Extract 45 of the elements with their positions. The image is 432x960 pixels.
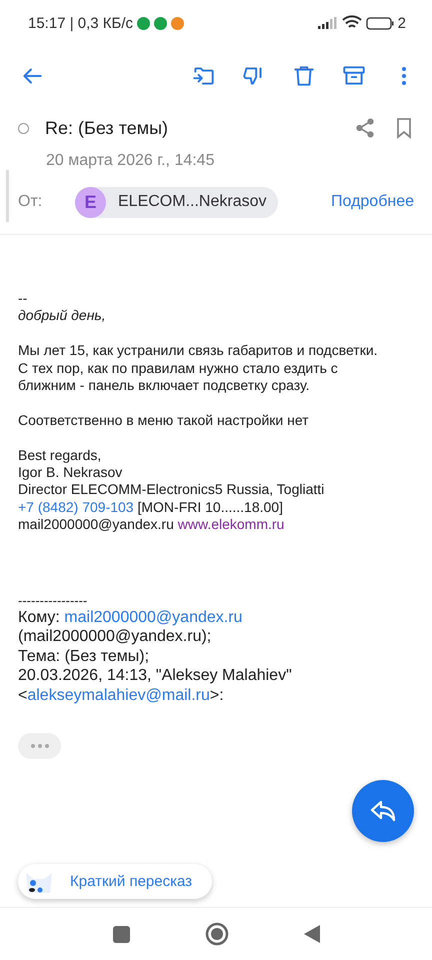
body-text: mail2000000@yandex.ru www.elekomm.ru	[18, 516, 286, 534]
sender-chip[interactable]: E ELECOM...Nekrasov	[75, 186, 278, 218]
email-date: 20 марта 2026 г., 14:45	[45, 151, 216, 170]
read-status-dot[interactable]	[18, 122, 29, 134]
email-link[interactable]: alekseymalahiev@mail.ru	[27, 686, 210, 704]
notification-icon	[137, 16, 150, 30]
reply-button[interactable]	[352, 780, 414, 842]
body-text: --	[18, 290, 28, 308]
body-text: 20.03.2026, 14:13, "Aleksey Malahiev"	[18, 666, 293, 686]
bookmark-icon[interactable]	[394, 117, 414, 139]
body-text: Director ELECOMM-Electronics5 Russia, Togliatti	[18, 481, 326, 499]
signal-icon	[318, 17, 338, 29]
sender-avatar: E	[75, 186, 106, 218]
summary-button[interactable]: Краткий пересказ	[18, 864, 212, 899]
notification-icon	[171, 16, 184, 30]
body-text: +7 (8482) 709-103 [MON-FRI 10......18.00]	[18, 498, 284, 516]
body-text: Igor B. Nekrasov	[18, 464, 124, 482]
back-nav-icon[interactable]	[304, 925, 320, 943]
body-text: добрый день,	[18, 307, 107, 325]
notification-icon	[154, 16, 168, 30]
reply-icon	[370, 800, 396, 822]
email-link[interactable]: mail2000000@yandex.ru	[64, 608, 242, 626]
recents-icon[interactable]	[112, 926, 130, 942]
share-icon[interactable]	[354, 117, 376, 139]
details-link[interactable]: Подробнее	[331, 193, 414, 211]
website-link[interactable]: www.elekomm.ru	[178, 516, 284, 532]
body-text: С тех пор, как по правилам нужно стало ездить с	[18, 360, 339, 378]
email-link[interactable]: +7 (8482) 709-103	[18, 498, 134, 515]
body-text: ближним - панель включает подсветку сразу.	[18, 377, 310, 394]
body-text: Кому: mail2000000@yandex.ru	[18, 608, 244, 628]
body-text: (mail2000000@yandex.ru);	[18, 627, 212, 647]
email-subject: Re: (Без темы)	[45, 118, 170, 138]
home-icon[interactable]	[204, 922, 228, 946]
from-label: От:	[18, 193, 44, 211]
body-text: Best regards,	[18, 446, 102, 464]
battery-icon	[366, 16, 394, 30]
body-text: ----------------	[18, 594, 88, 608]
status-text: 15:17 | 0,3 КБ/с	[28, 14, 134, 32]
show-quoted-button[interactable]	[18, 733, 61, 760]
body-text: Мы лет 15, как устранили связь габаритов и подсветки.	[18, 342, 379, 360]
body-text: Соответственно в меню такой настройки нет	[18, 412, 310, 430]
body-text: Тема: (Без темы);	[18, 646, 150, 666]
body-text: <alekseymalahiev@mail.ru>:	[18, 686, 225, 706]
battery-percent: 2	[398, 14, 406, 32]
sender-name: ELECOM...Nekrasov	[118, 193, 266, 211]
